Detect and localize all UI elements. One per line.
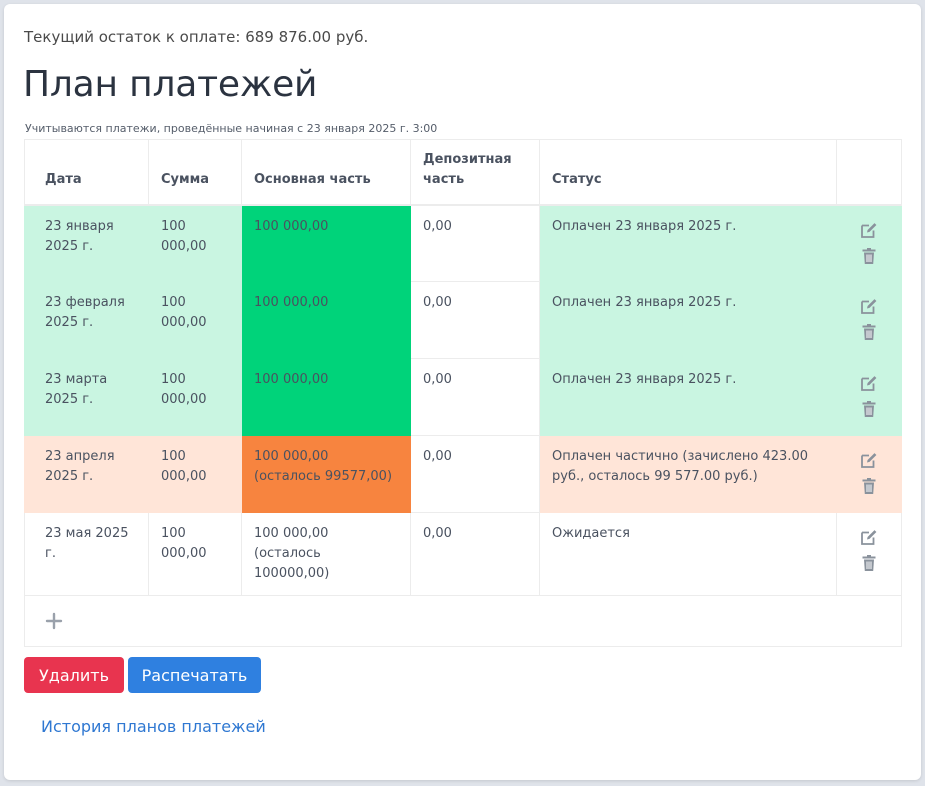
cell-amount: 100 000,00 [148, 204, 242, 282]
cell-actions [836, 512, 902, 596]
table-row: 23 января 2025 г. 100 000,00 100 000,00 0,0… [24, 204, 902, 282]
edit-icon[interactable] [859, 527, 879, 547]
page-title: План платежей [23, 64, 318, 105]
cell-deposit-part: 0,00 [410, 204, 540, 282]
cell-main-part: 100 000,00 [241, 281, 411, 359]
column-header-date: Дата [24, 139, 149, 206]
balance-text: Текущий остаток к оплате: 689 876.00 руб… [24, 28, 369, 46]
cell-amount: 100 000,00 [148, 512, 242, 596]
edit-icon[interactable] [859, 373, 879, 393]
payment-plan-card: Текущий остаток к оплате: 689 876.00 руб… [4, 4, 921, 780]
cell-status: Оплачен 23 января 2025 г. [539, 204, 837, 282]
cell-deposit-part: 0,00 [410, 435, 540, 513]
table-row: 23 февраля 2025 г. 100 000,00 100 000,00 0,… [24, 281, 902, 359]
print-button[interactable]: Распечатать [128, 657, 261, 693]
trash-icon[interactable] [859, 399, 879, 419]
edit-icon[interactable] [859, 296, 879, 316]
trash-icon[interactable] [859, 476, 879, 496]
column-header-deposit: Депозитная часть [410, 139, 540, 206]
table-row: 23 марта 2025 г. 100 000,00 100 000,00 0,00… [24, 358, 902, 436]
cell-main-part: 100 000,00 [241, 204, 411, 282]
cell-amount: 100 000,00 [148, 281, 242, 359]
cell-amount: 100 000,00 [148, 435, 242, 513]
cell-actions [836, 435, 902, 513]
add-row-cell [24, 595, 902, 647]
delete-button[interactable]: Удалить [24, 657, 124, 693]
plus-icon[interactable] [45, 612, 63, 630]
column-header-actions [836, 139, 902, 206]
page-subtitle: Учитываются платежи, проведённые начиная… [25, 122, 438, 135]
cell-amount: 100 000,00 [148, 358, 242, 436]
add-row [24, 595, 902, 647]
cell-date: 23 апреля 2025 г. [24, 435, 149, 513]
cell-main-part: 100 000,00 (осталось 100000,00) [241, 512, 411, 596]
edit-icon[interactable] [859, 450, 879, 470]
cell-status: Оплачен 23 января 2025 г. [539, 281, 837, 359]
column-header-amount: Сумма [148, 139, 242, 206]
cell-main-part: 100 000,00 (осталось 99577,00) [241, 435, 411, 513]
table-header-row: Дата Сумма Основная часть Депозитная час… [24, 139, 902, 206]
cell-deposit-part: 0,00 [410, 358, 540, 436]
cell-status: Ожидается [539, 512, 837, 596]
edit-icon[interactable] [859, 220, 879, 240]
trash-icon[interactable] [859, 553, 879, 573]
column-header-main: Основная часть [241, 139, 411, 206]
cell-date: 23 марта 2025 г. [24, 358, 149, 436]
column-header-status: Статус [539, 139, 837, 206]
cell-status: Оплачен частично (зачислено 423.00 руб.,… [539, 435, 837, 513]
cell-actions [836, 204, 902, 282]
cell-date: 23 января 2025 г. [24, 204, 149, 282]
history-link[interactable]: История планов платежей [41, 717, 266, 736]
table-row: 23 апреля 2025 г. 100 000,00 100 000,00 (о… [24, 435, 902, 513]
cell-date: 23 мая 2025 г. [24, 512, 149, 596]
cell-date: 23 февраля 2025 г. [24, 281, 149, 359]
cell-actions [836, 358, 902, 436]
trash-icon[interactable] [859, 246, 879, 266]
cell-main-part: 100 000,00 [241, 358, 411, 436]
cell-status: Оплачен 23 января 2025 г. [539, 358, 837, 436]
table-row: 23 мая 2025 г. 100 000,00 100 000,00 (оста… [24, 512, 902, 596]
payment-table: Дата Сумма Основная часть Депозитная час… [24, 139, 902, 647]
cell-deposit-part: 0,00 [410, 281, 540, 359]
cell-actions [836, 281, 902, 359]
cell-deposit-part: 0,00 [410, 512, 540, 596]
trash-icon[interactable] [859, 322, 879, 342]
